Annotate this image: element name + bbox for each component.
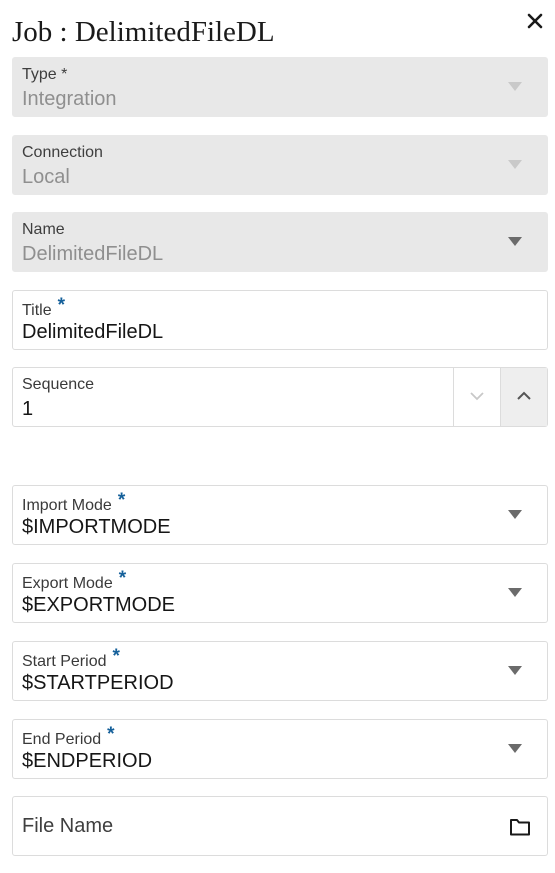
sequence-decrement-button[interactable] <box>453 368 500 426</box>
required-marker: * <box>107 724 115 745</box>
page-title: Job : DelimitedFileDL <box>12 16 275 48</box>
chevron-up-icon <box>517 391 531 400</box>
chevron-down-icon <box>508 82 522 91</box>
type-label: Type * <box>22 66 68 83</box>
close-icon[interactable] <box>526 12 544 30</box>
export-mode-value[interactable]: $EXPORTMODE <box>22 594 175 617</box>
connection-label: Connection <box>22 144 103 161</box>
chevron-down-icon[interactable] <box>508 510 522 519</box>
chevron-down-icon <box>508 160 522 169</box>
sequence-label: Sequence <box>22 376 95 393</box>
required-marker: * <box>118 568 127 589</box>
export-mode-select[interactable]: Export Mode * $EXPORTMODE <box>12 563 548 623</box>
chevron-down-icon[interactable] <box>508 744 522 753</box>
start-period-label-text: Start Period <box>22 653 107 670</box>
title-value[interactable]: DelimitedFileDL <box>22 321 163 344</box>
chevron-down-icon <box>470 392 484 401</box>
start-period-value[interactable]: $STARTPERIOD <box>22 672 174 695</box>
sequence-stepper[interactable]: Sequence 1 <box>12 367 548 427</box>
export-mode-label-text: Export Mode <box>22 575 113 592</box>
end-period-label-text: End Period <box>22 731 102 748</box>
required-marker: * <box>57 295 66 316</box>
type-value: Integration <box>22 88 117 110</box>
file-name-placeholder[interactable]: File Name <box>22 815 113 838</box>
required-marker: * <box>117 490 126 511</box>
required-marker: * <box>112 646 120 667</box>
folder-icon[interactable] <box>509 817 531 837</box>
dialog-header: Job : DelimitedFileDL <box>12 12 555 52</box>
name-label: Name <box>22 221 65 238</box>
connection-select: Connection Local <box>12 135 548 195</box>
title-field[interactable]: Title * DelimitedFileDL <box>12 290 548 350</box>
sequence-value[interactable]: 1 <box>22 398 33 421</box>
import-mode-label: Import Mode * <box>22 490 125 516</box>
import-mode-value[interactable]: $IMPORTMODE <box>22 516 171 539</box>
end-period-label: End Period * <box>22 724 115 750</box>
chevron-down-icon[interactable] <box>508 666 522 675</box>
chevron-down-icon[interactable] <box>508 588 522 597</box>
name-select[interactable]: Name DelimitedFileDL <box>12 212 548 272</box>
end-period-select[interactable]: End Period * $ENDPERIOD <box>12 719 548 779</box>
start-period-label: Start Period * <box>22 646 120 672</box>
type-select: Type * Integration <box>12 57 548 117</box>
start-period-select[interactable]: Start Period * $STARTPERIOD <box>12 641 548 701</box>
file-name-field[interactable]: File Name <box>12 796 548 856</box>
connection-value: Local <box>22 166 70 188</box>
import-mode-label-text: Import Mode <box>22 497 112 514</box>
name-value: DelimitedFileDL <box>22 243 164 265</box>
job-dialog: Job : DelimitedFileDL Type * Integration… <box>0 0 555 873</box>
chevron-down-icon[interactable] <box>508 237 522 246</box>
import-mode-select[interactable]: Import Mode * $IMPORTMODE <box>12 485 548 545</box>
sequence-increment-button[interactable] <box>500 368 547 426</box>
end-period-value[interactable]: $ENDPERIOD <box>22 750 152 773</box>
title-label-text: Title <box>22 302 52 319</box>
export-mode-label: Export Mode * <box>22 568 126 594</box>
title-label: Title * <box>22 295 65 321</box>
